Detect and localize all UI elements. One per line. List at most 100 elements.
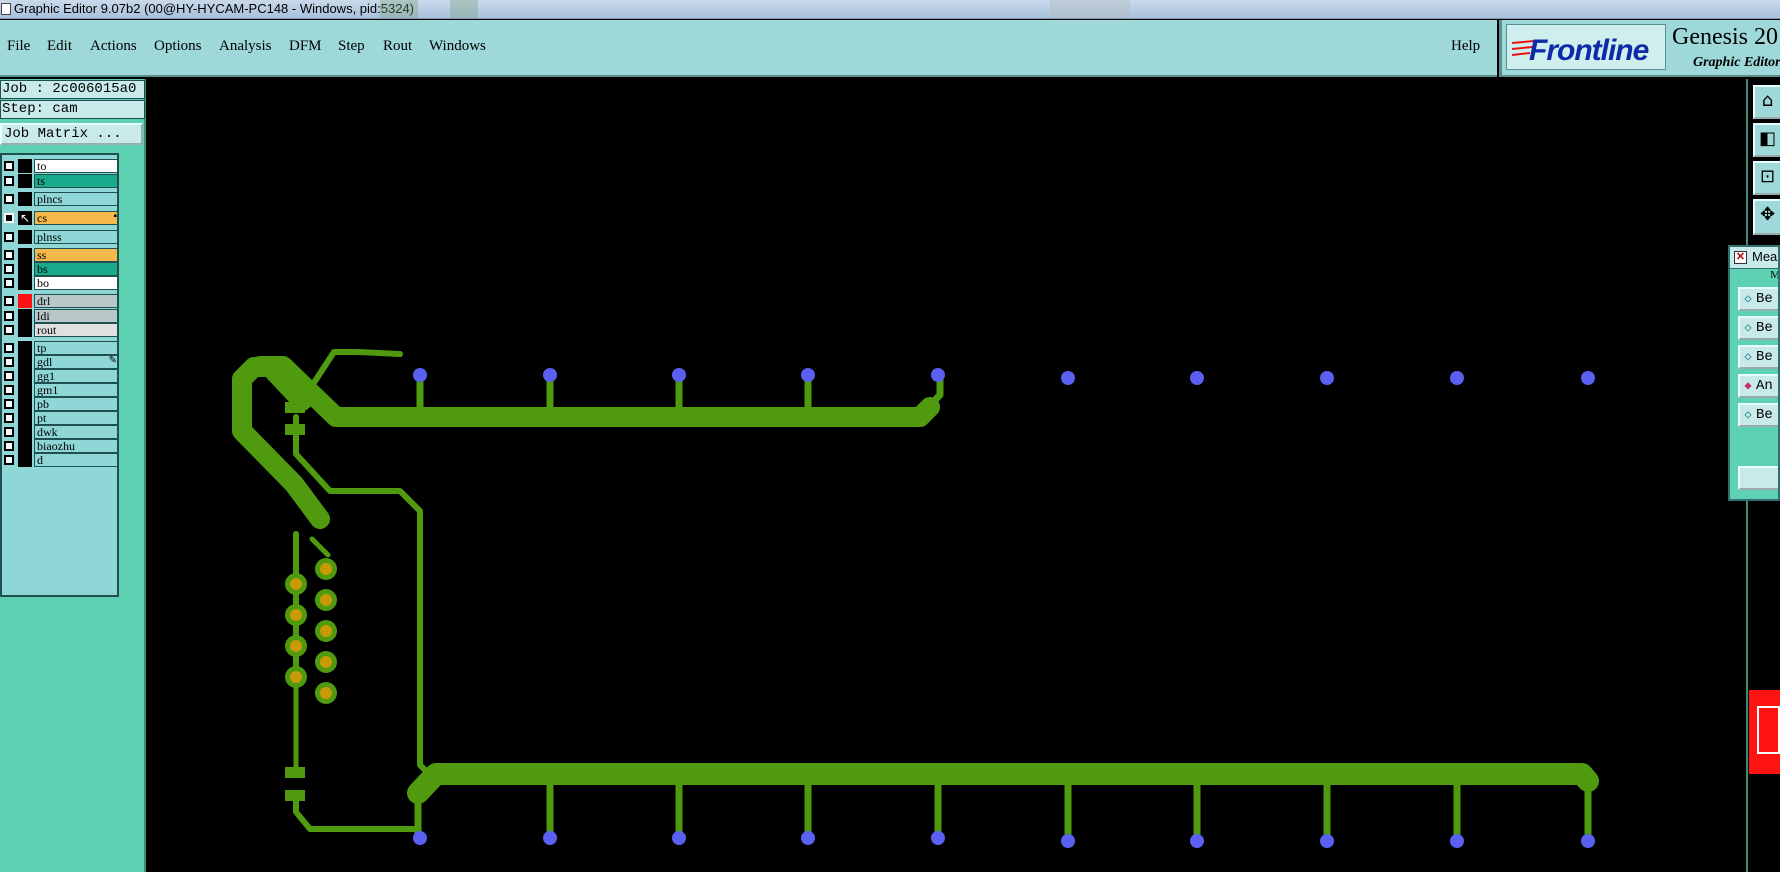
layer-checkbox[interactable] [4,427,14,437]
layer-mark[interactable] [18,294,32,308]
measure-mode-5[interactable]: ◇ Be [1738,403,1778,427]
layer-mark[interactable] [18,425,32,439]
layer-mark[interactable] [18,397,32,411]
layer-row-cs[interactable]: ↖ cs ▪ [2,211,120,225]
menu-help[interactable]: Help [1451,38,1480,55]
layer-checkbox[interactable] [4,194,14,204]
layer-row-drl[interactable]: drl [2,294,120,308]
title-bar[interactable]: Graphic Editor 9.07b2 (00@HY-HYCAM-PC148… [0,0,1780,19]
close-icon[interactable]: ✕ [1734,251,1747,264]
layer-row-d[interactable]: d [2,453,120,467]
layer-name[interactable]: plncs [34,192,118,206]
layer-row-bo[interactable]: bo [2,276,120,290]
menu-rout[interactable]: Rout [383,38,412,55]
layer-checkbox[interactable] [4,296,14,306]
pan-icon[interactable]: ✥ [1753,199,1780,235]
layer-checkbox[interactable] [4,176,14,186]
layer-checkbox[interactable] [4,325,14,335]
layer-name[interactable]: cs [34,211,118,225]
layer-checkbox[interactable] [4,455,14,465]
menu-options[interactable]: Options [154,38,202,55]
layer-mark[interactable] [18,309,32,323]
layer-mark[interactable] [18,369,32,383]
measure-mode-4[interactable]: ◆ An [1738,374,1778,398]
layer-checkbox[interactable] [4,311,14,321]
measure-mode-2[interactable]: ◇ Be [1738,316,1778,340]
layer-checkbox[interactable] [4,385,14,395]
layer-row-gg1[interactable]: gg1 [2,369,120,383]
layer-name[interactable]: ss [34,248,118,262]
layer-mark[interactable] [18,355,32,369]
layer-mark[interactable] [18,174,32,188]
menu-step[interactable]: Step [338,38,365,55]
layer-checkbox[interactable] [4,213,14,223]
layer-row-gdl[interactable]: gdl ✎ [2,355,120,369]
layer-mark[interactable] [18,230,32,244]
menu-dfm[interactable]: DFM [289,38,322,55]
menu-file[interactable]: File [7,38,30,55]
layer-mark[interactable] [18,439,32,453]
layer-row-pb[interactable]: pb [2,397,120,411]
layer-row-rout[interactable]: rout [2,323,120,337]
job-matrix-button[interactable]: Job Matrix ... [0,123,143,145]
graphic-canvas[interactable] [148,79,1748,872]
layer-mark[interactable] [18,323,32,337]
measure-mode-1[interactable]: ◇ Be [1738,287,1778,311]
measure-action-button[interactable] [1738,466,1778,490]
layer-checkbox[interactable] [4,161,14,171]
layer-row-ts[interactable]: ts [2,174,120,188]
layer-checkbox[interactable] [4,264,14,274]
layer-name[interactable]: ldi [34,309,118,323]
layer-checkbox[interactable] [4,399,14,409]
layer-checkbox[interactable] [4,371,14,381]
layer-mark[interactable] [18,341,32,355]
menu-analysis[interactable]: Analysis [219,38,272,55]
layer-name[interactable]: gdl [34,355,118,369]
work-layer-arrow-icon[interactable]: ↖ [18,211,32,225]
layer-row-ss[interactable]: ss [2,248,120,262]
layer-name[interactable]: plnss [34,230,118,244]
layer-checkbox[interactable] [4,278,14,288]
layer-checkbox[interactable] [4,232,14,242]
layer-row-ldi[interactable]: ldi [2,309,120,323]
layer-name[interactable]: drl [34,294,118,308]
zoom-home-icon[interactable]: ⌂ [1753,85,1780,119]
layer-row-gm1[interactable]: gm1 [2,383,120,397]
layer-name[interactable]: ts [34,174,118,188]
layer-name[interactable]: d [34,453,118,467]
layer-name[interactable]: gm1 [34,383,118,397]
layer-mark[interactable] [18,192,32,206]
layer-name[interactable]: rout [34,323,118,337]
layer-name[interactable]: gg1 [34,369,118,383]
layer-checkbox[interactable] [4,357,14,367]
layer-checkbox[interactable] [4,441,14,451]
menu-edit[interactable]: Edit [47,38,72,55]
layer-row-plncs[interactable]: plncs [2,192,120,206]
layer-mark[interactable] [18,159,32,173]
layer-checkbox[interactable] [4,250,14,260]
layer-checkbox[interactable] [4,343,14,353]
layer-name[interactable]: tp [34,341,118,355]
measure-mode-3[interactable]: ◇ Be [1738,345,1778,369]
layer-row-plnss[interactable]: plnss [2,230,120,244]
layer-name[interactable]: pb [34,397,118,411]
layer-mark[interactable] [18,411,32,425]
layer-mark[interactable] [18,383,32,397]
layer-row-dwk[interactable]: dwk [2,425,120,439]
layer-name[interactable]: to [34,159,118,173]
layer-checkbox[interactable] [4,413,14,423]
layer-mark[interactable] [18,453,32,467]
menu-windows[interactable]: Windows [429,38,486,55]
layer-row-biaozhu[interactable]: biaozhu [2,439,120,453]
layer-name[interactable]: dwk [34,425,118,439]
layer-mark[interactable] [18,248,32,262]
measure-header[interactable]: ✕ Mea [1730,247,1778,269]
layer-row-bs[interactable]: bs [2,262,120,276]
layer-row-pt[interactable]: pt [2,411,120,425]
layer-name[interactable]: bs [34,262,118,276]
layer-name[interactable]: bo [34,276,118,290]
layer-name[interactable]: pt [34,411,118,425]
layer-row-tp[interactable]: tp [2,341,120,355]
layer-mark[interactable] [18,276,32,290]
zoom-fit-icon[interactable]: ⊡ [1753,161,1780,195]
